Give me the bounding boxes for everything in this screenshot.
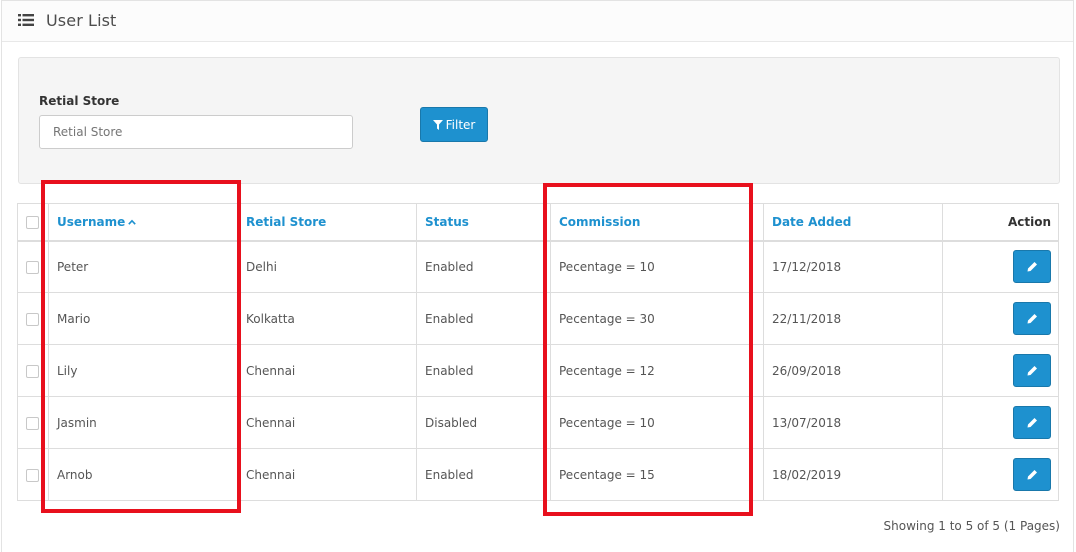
row-select-cell — [17, 448, 49, 501]
column-header-retail-store[interactable]: Retial Store — [237, 203, 417, 242]
row-checkbox[interactable] — [26, 468, 39, 482]
column-header-commission[interactable]: Commission — [550, 203, 764, 242]
username-cell: Lily — [48, 344, 238, 397]
pencil-icon — [1027, 366, 1037, 376]
action-cell — [942, 344, 1059, 397]
date-added-cell: 18/02/2019 — [763, 448, 943, 501]
retail-store-label: Retial Store — [39, 94, 120, 108]
list-icon — [18, 14, 34, 26]
table-row: Jasmin Chennai Disabled Pecentage = 10 1… — [17, 396, 1059, 449]
filter-button-label: Filter — [445, 117, 476, 132]
pencil-icon — [1027, 262, 1037, 272]
filter-icon — [432, 119, 443, 130]
column-header-status[interactable]: Status — [416, 203, 551, 242]
table-row: Peter Delhi Enabled Pecentage = 10 17/12… — [17, 240, 1059, 293]
username-cell: Mario — [48, 292, 238, 345]
filter-button[interactable]: Filter — [420, 107, 488, 142]
commission-cell: Pecentage = 15 — [550, 448, 764, 501]
column-header-date-added[interactable]: Date Added — [763, 203, 943, 242]
row-select-cell — [17, 240, 49, 293]
column-header-username[interactable]: Username — [48, 203, 238, 242]
status-cell: Enabled — [416, 344, 551, 397]
commission-cell: Pecentage = 10 — [550, 396, 764, 449]
table-row: Arnob Chennai Enabled Pecentage = 15 18/… — [17, 448, 1059, 501]
row-select-cell — [17, 344, 49, 397]
retail-store-input[interactable] — [39, 115, 353, 149]
date-added-cell: 26/09/2018 — [763, 344, 943, 397]
action-cell — [942, 448, 1059, 501]
select-all-checkbox[interactable] — [26, 215, 39, 229]
status-cell: Disabled — [416, 396, 551, 449]
table-row: Mario Kolkatta Enabled Pecentage = 30 22… — [17, 292, 1059, 345]
edit-button[interactable] — [1013, 250, 1051, 284]
pagination-summary: Showing 1 to 5 of 5 (1 Pages) — [883, 519, 1060, 533]
retail-store-cell: Kolkatta — [237, 292, 417, 345]
retail-store-cell: Chennai — [237, 396, 417, 449]
edit-button[interactable] — [1013, 458, 1051, 491]
status-cell: Enabled — [416, 292, 551, 345]
username-cell: Jasmin — [48, 396, 238, 449]
row-select-cell — [17, 396, 49, 449]
status-cell: Enabled — [416, 240, 551, 293]
username-cell: Peter — [48, 240, 238, 293]
table-row: Lily Chennai Enabled Pecentage = 12 26/0… — [17, 344, 1059, 397]
row-checkbox[interactable] — [26, 416, 39, 430]
pencil-icon — [1027, 418, 1037, 428]
retail-store-cell: Chennai — [237, 448, 417, 501]
commission-cell: Pecentage = 30 — [550, 292, 764, 345]
commission-cell: Pecentage = 12 — [550, 344, 764, 397]
row-checkbox[interactable] — [26, 312, 39, 326]
edit-button[interactable] — [1013, 354, 1051, 387]
user-table: Username Retial Store Status Commission … — [17, 203, 1059, 501]
row-checkbox[interactable] — [26, 260, 39, 274]
column-header-action: Action — [942, 203, 1059, 242]
date-added-cell: 17/12/2018 — [763, 240, 943, 293]
row-checkbox[interactable] — [26, 364, 39, 378]
commission-cell: Pecentage = 10 — [550, 240, 764, 293]
action-cell — [942, 396, 1059, 449]
sort-ascending-icon — [128, 219, 137, 225]
table-header-row: Username Retial Store Status Commission … — [17, 203, 1059, 242]
select-all-cell — [17, 203, 49, 242]
panel-heading: User List — [2, 1, 1073, 42]
date-added-cell: 13/07/2018 — [763, 396, 943, 449]
edit-button[interactable] — [1013, 302, 1051, 335]
action-cell — [942, 292, 1059, 345]
username-sort-link[interactable]: Username — [57, 215, 125, 229]
status-cell: Enabled — [416, 448, 551, 501]
date-added-cell: 22/11/2018 — [763, 292, 943, 345]
retail-store-cell: Chennai — [237, 344, 417, 397]
edit-button[interactable] — [1013, 406, 1051, 439]
page-title: User List — [46, 11, 117, 30]
row-select-cell — [17, 292, 49, 345]
filter-area: Retial Store Filter — [18, 57, 1060, 184]
pencil-icon — [1027, 470, 1037, 480]
retail-store-cell: Delhi — [237, 240, 417, 293]
username-cell: Arnob — [48, 448, 238, 501]
pencil-icon — [1027, 314, 1037, 324]
action-cell — [942, 240, 1059, 293]
